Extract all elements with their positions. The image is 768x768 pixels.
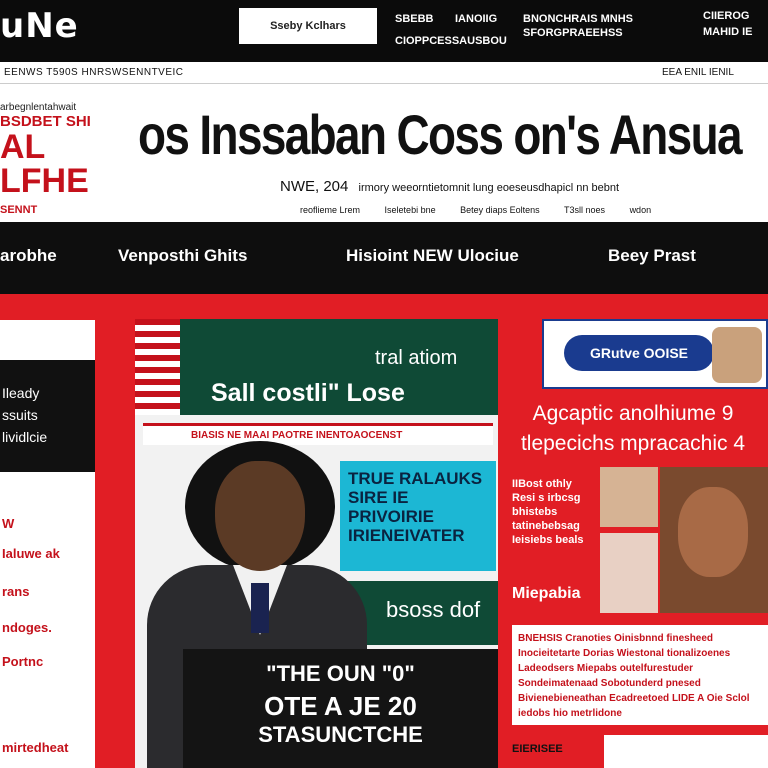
thumbnail-image-1[interactable] bbox=[600, 467, 658, 527]
right-subheading[interactable]: Miepabia bbox=[512, 585, 580, 603]
main-nav: arobhe Venposthi Ghits Hisioint NEW Uloc… bbox=[0, 222, 768, 294]
right-footer-label[interactable]: EIERISEE bbox=[512, 743, 563, 755]
left-item-2[interactable]: Ialuwe ak bbox=[2, 546, 60, 561]
blurb-line-1: IIBost othly bbox=[512, 478, 572, 490]
nav-item-1[interactable]: arobhe bbox=[0, 246, 57, 266]
utility-right[interactable]: EEA ENIL IENIL bbox=[662, 67, 734, 78]
left-feature-block[interactable]: Ileady ssuits lividlcie bbox=[0, 360, 95, 472]
blurb-line-2: Resi s irbcsg bbox=[512, 492, 581, 504]
nav-item-2[interactable]: Venposthi Ghits bbox=[118, 246, 247, 266]
top-link-4[interactable]: SFORGPRAEEHSS bbox=[523, 26, 623, 40]
flag-graphic bbox=[135, 319, 181, 415]
sub-link-3[interactable]: Betey diaps Eoltens bbox=[460, 205, 540, 215]
left-column: Ileady ssuits lividlcie W Ialuwe ak rans… bbox=[0, 320, 95, 768]
brand-small: arbegnlentahwait bbox=[0, 102, 77, 113]
ad-banner[interactable]: GRutve OOISE bbox=[542, 319, 768, 389]
left-item-5[interactable]: Portnc bbox=[2, 654, 43, 669]
nav-item-3[interactable]: Hisioint NEW Ulociue bbox=[346, 246, 519, 266]
right-heading-2: tlepecichs mpracachic 4 bbox=[520, 432, 746, 455]
sub-link-5[interactable]: wdon bbox=[630, 205, 652, 215]
page-headline: os Inssaban Coss on's Ansua bbox=[138, 103, 743, 166]
left-block-line-3: lividlcie bbox=[2, 429, 48, 445]
left-item-1[interactable]: W bbox=[2, 516, 14, 531]
feature-kicker: tral atiom bbox=[375, 347, 458, 369]
left-block-line-2: ssuits bbox=[2, 407, 38, 423]
sub-link-2[interactable]: Iseletebi bne bbox=[385, 205, 436, 215]
brand-tag: SENNT bbox=[0, 204, 38, 216]
brand-big: AL LFHE bbox=[0, 128, 89, 200]
top-link-3[interactable]: BNONCHRAIS MNHS bbox=[523, 12, 633, 26]
profile-image[interactable] bbox=[660, 467, 768, 613]
top-link-5[interactable]: CIOPPCESSAUSBOU bbox=[395, 34, 507, 48]
caption-line-3: STASUNCTCHE bbox=[258, 722, 423, 747]
search-input[interactable]: Sseby Kclhars bbox=[239, 8, 377, 44]
left-item-6[interactable]: mirtedheat bbox=[2, 740, 68, 755]
sub-link-4[interactable]: T3sll noes bbox=[564, 205, 605, 215]
dateline-date: NWE, 204 bbox=[280, 178, 349, 195]
left-block-line-1: Ileady bbox=[2, 385, 40, 401]
caption-line-1: "THE OUN "0" bbox=[266, 661, 415, 686]
brand-block[interactable]: arbegnlentahwait BSDBET SHI AL LFHE SENN… bbox=[0, 102, 110, 216]
sub-links: reoflieme Lrem Iseletebi bne Betey diaps… bbox=[300, 205, 673, 215]
right-blurb: IIBost othly Resi s irbcsg bhistebs tati… bbox=[512, 477, 584, 547]
blurb-line-4: tatinebebsag bbox=[512, 520, 580, 532]
right-column: GRutve OOISE Agcaptic anolhiume 9 tlepec… bbox=[498, 319, 768, 768]
top-right-links: CIIEROG MAHID IE bbox=[703, 8, 753, 40]
portrait-tie bbox=[251, 583, 269, 633]
profile-face bbox=[678, 487, 748, 577]
top-bar: uNe Sseby Kclhars SBEBB IANOIIG BNONCHRA… bbox=[0, 0, 768, 62]
dateline-sub: irmory weeorntietomnit lung eoeseusdhapi… bbox=[358, 182, 620, 194]
left-item-4[interactable]: ndoges. bbox=[2, 620, 52, 635]
masthead: arbegnlentahwait BSDBET SHI AL LFHE SENN… bbox=[0, 84, 768, 222]
sub-link-1[interactable]: reoflieme Lrem bbox=[300, 205, 360, 215]
portrait-face bbox=[215, 461, 305, 571]
bottom-thumbnails[interactable] bbox=[604, 735, 768, 768]
right-heading-1: Agcaptic anolhiume 9 bbox=[532, 402, 734, 425]
thumbnail-image-2[interactable] bbox=[600, 533, 658, 613]
feature-caption: "THE OUN "0" OTE A JE 20 STASUNCTCHE bbox=[183, 649, 498, 768]
dateline: NWE, 204 irmory weeorntietomnit lung eoe… bbox=[280, 178, 619, 195]
ad-pill: GRutve OOISE bbox=[564, 335, 714, 371]
ad-person-image bbox=[712, 327, 762, 383]
right-heading[interactable]: Agcaptic anolhiume 9 tlepecichs mpracach… bbox=[498, 399, 768, 459]
top-link-1[interactable]: SBEBB bbox=[395, 12, 434, 26]
feature-title: Sall costli" Lose bbox=[211, 379, 405, 407]
top-link-2[interactable]: IANOIIG bbox=[455, 12, 497, 26]
blurb-line-3: bhistebs bbox=[512, 506, 558, 518]
logo-text: uNe bbox=[0, 6, 79, 46]
utility-row: EENWS T590S HNRSWSENNTVEIC EEA ENIL IENI… bbox=[0, 62, 768, 84]
site-logo[interactable]: uNe bbox=[0, 6, 79, 46]
right-article-text: BNEHSIS Cranoties Oinisbnnd finesheed In… bbox=[512, 625, 768, 725]
utility-left[interactable]: EENWS T590S HNRSWSENNTVEIC bbox=[4, 67, 184, 78]
feature-story[interactable]: tral atiom Sall costli" Lose BIASIS NE M… bbox=[135, 319, 498, 768]
nav-item-4[interactable]: Beey Prast bbox=[608, 246, 696, 266]
feature-cyan-panel: TRUE RALAUKS SIRE IE PRIVOIRIE IRIENEIVA… bbox=[340, 461, 496, 571]
top-right-link-2[interactable]: MAHID IE bbox=[703, 24, 753, 40]
top-right-link-1[interactable]: CIIEROG bbox=[703, 8, 753, 24]
caption-line-2: OTE A JE 20 bbox=[264, 691, 417, 721]
blurb-line-5: Ieisiebs beals bbox=[512, 534, 584, 546]
left-item-3[interactable]: rans bbox=[2, 584, 29, 599]
